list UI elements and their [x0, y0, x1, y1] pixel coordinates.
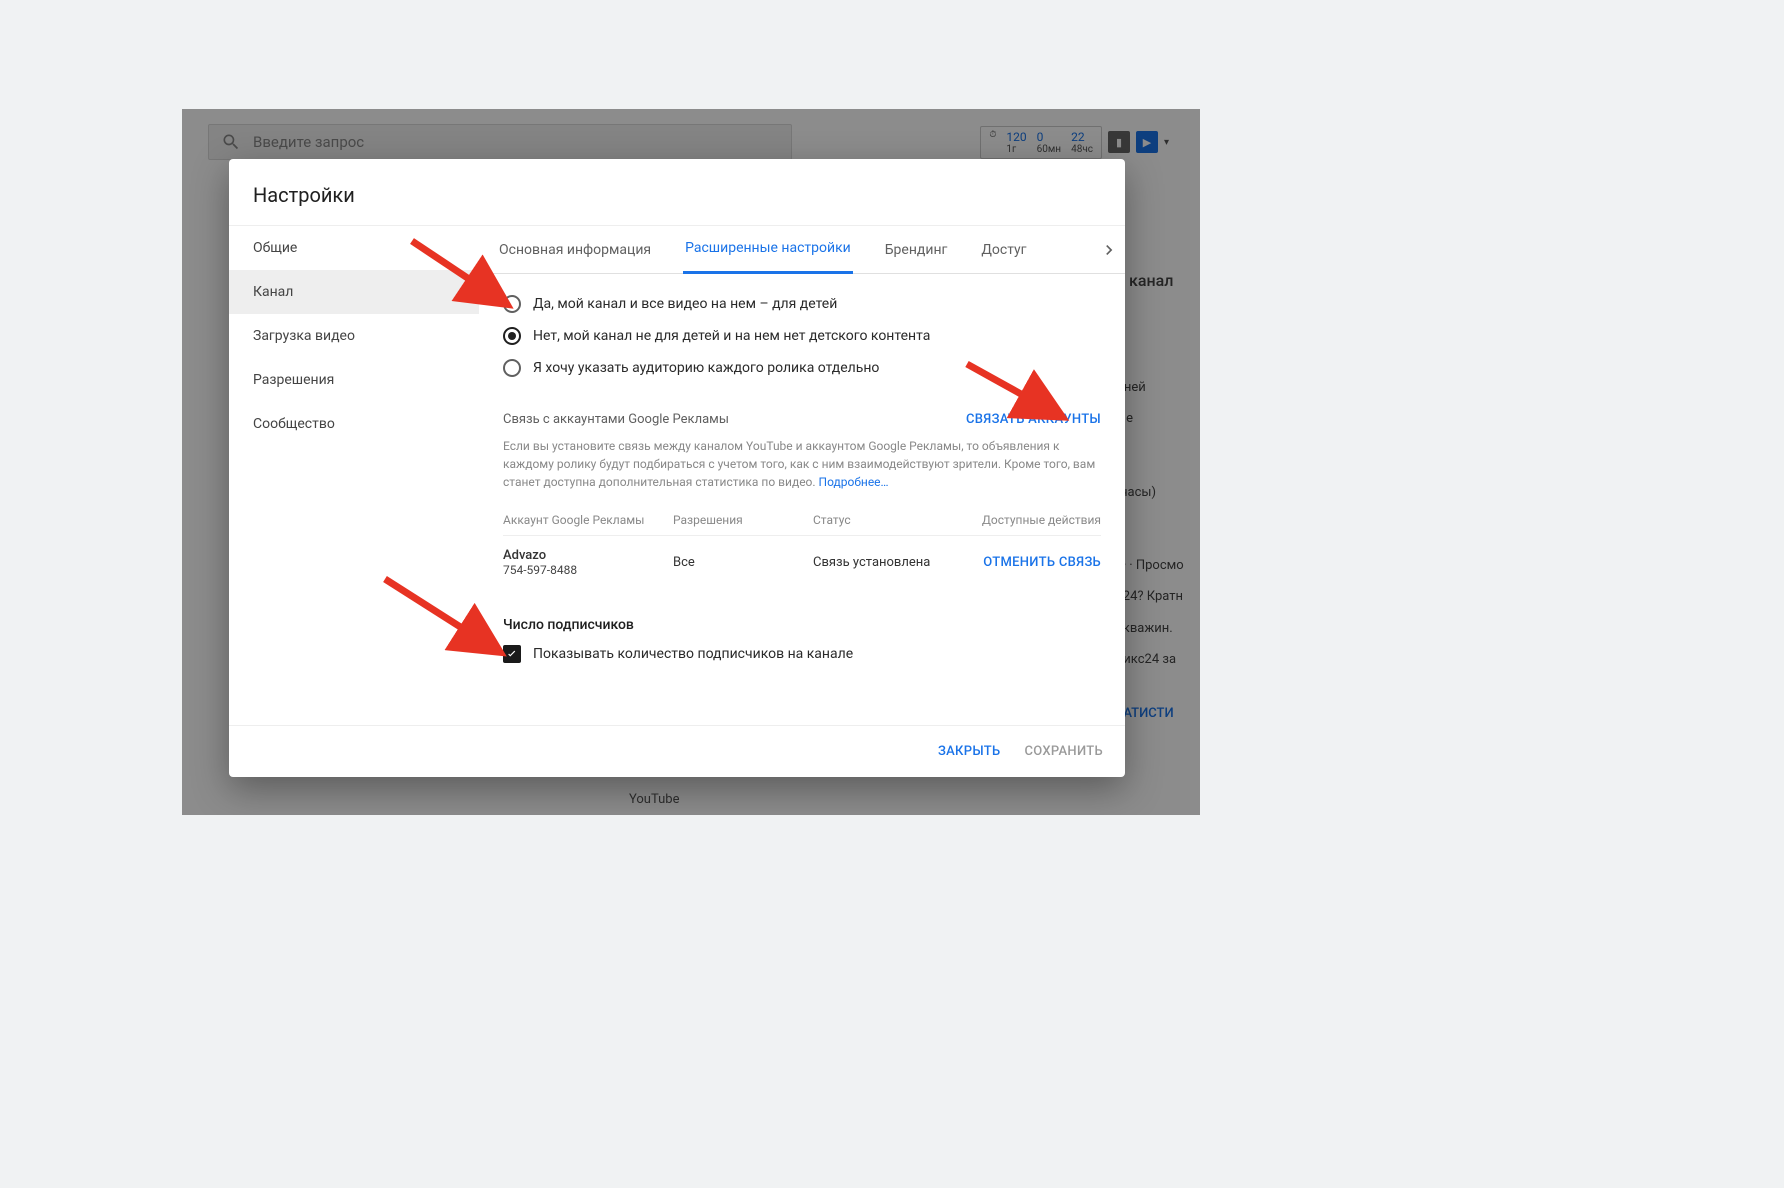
radio-icon	[503, 327, 521, 345]
account-permissions: Все	[673, 555, 813, 570]
radio-label: Я хочу указать аудиторию каждого ролика …	[533, 360, 879, 376]
col-actions: Доступные действия	[963, 513, 1101, 527]
sidebar-item-general[interactable]: Общие	[229, 226, 479, 270]
linked-accounts-table: Аккаунт Google Рекламы Разрешения Статус…	[503, 505, 1101, 589]
tab-advanced[interactable]: Расширенные настройки	[683, 226, 853, 274]
table-row: Advazo 754-597-8488 Все Связь установлен…	[503, 535, 1101, 589]
account-id: 754-597-8488	[503, 563, 673, 577]
radio-label: Нет, мой канал не для детей и на нем нет…	[533, 328, 930, 344]
subscribers-heading: Число подписчиков	[503, 617, 1101, 633]
ads-link-heading: Связь с аккаунтами Google Рекламы	[503, 412, 729, 427]
radio-label: Да, мой канал и все видео на нем – для д…	[533, 296, 837, 312]
account-status: Связь установлена	[813, 555, 963, 570]
tab-access[interactable]: Достуг	[979, 226, 1028, 274]
sidebar-item-community[interactable]: Сообщество	[229, 402, 479, 446]
learn-more-link[interactable]: Подробнее…	[819, 475, 889, 489]
unlink-button[interactable]: ОТМЕНИТЬ СВЯЗЬ	[983, 555, 1101, 570]
settings-modal: Настройки Общие Канал Загрузка видео Раз…	[229, 159, 1125, 777]
col-account: Аккаунт Google Рекламы	[503, 513, 673, 527]
close-button[interactable]: ЗАКРЫТЬ	[938, 744, 1001, 759]
link-accounts-button[interactable]: СВЯЗАТЬ АККАУНТЫ	[966, 412, 1101, 427]
checkbox-label: Показывать количество подписчиков на кан…	[533, 646, 853, 662]
tab-bar: Основная информация Расширенные настройк…	[479, 226, 1125, 274]
radio-icon	[503, 359, 521, 377]
sidebar-item-channel[interactable]: Канал	[229, 270, 479, 314]
sidebar-item-permissions[interactable]: Разрешения	[229, 358, 479, 402]
audience-option-no[interactable]: Нет, мой канал не для детей и на нем нет…	[503, 320, 1101, 352]
account-name: Advazo	[503, 548, 673, 563]
background-window: Введите запрос ⏱ 1201г 060мн 2248чс ▮ ▶ …	[182, 109, 1200, 815]
col-status: Статус	[813, 513, 963, 527]
save-button[interactable]: СОХРАНИТЬ	[1024, 744, 1103, 759]
content-scroll[interactable]: Да, мой канал и все видео на нем – для д…	[479, 274, 1125, 725]
tab-branding[interactable]: Брендинг	[883, 226, 950, 274]
tabs-scroll-right-icon[interactable]	[1099, 240, 1119, 264]
col-permissions: Разрешения	[673, 513, 813, 527]
sidebar-item-upload[interactable]: Загрузка видео	[229, 314, 479, 358]
show-subscribers-toggle[interactable]: Показывать количество подписчиков на кан…	[503, 645, 1101, 663]
settings-sidebar: Общие Канал Загрузка видео Разрешения Со…	[229, 226, 479, 725]
checkbox-icon	[503, 645, 521, 663]
modal-footer: ЗАКРЫТЬ СОХРАНИТЬ	[229, 725, 1125, 777]
audience-option-pervideo[interactable]: Я хочу указать аудиторию каждого ролика …	[503, 352, 1101, 384]
radio-icon	[503, 295, 521, 313]
ads-link-description: Если вы установите связь между каналом Y…	[503, 437, 1101, 491]
tab-basic-info[interactable]: Основная информация	[497, 226, 653, 274]
modal-title: Настройки	[229, 159, 1125, 225]
audience-option-yes[interactable]: Да, мой канал и все видео на нем – для д…	[503, 288, 1101, 320]
